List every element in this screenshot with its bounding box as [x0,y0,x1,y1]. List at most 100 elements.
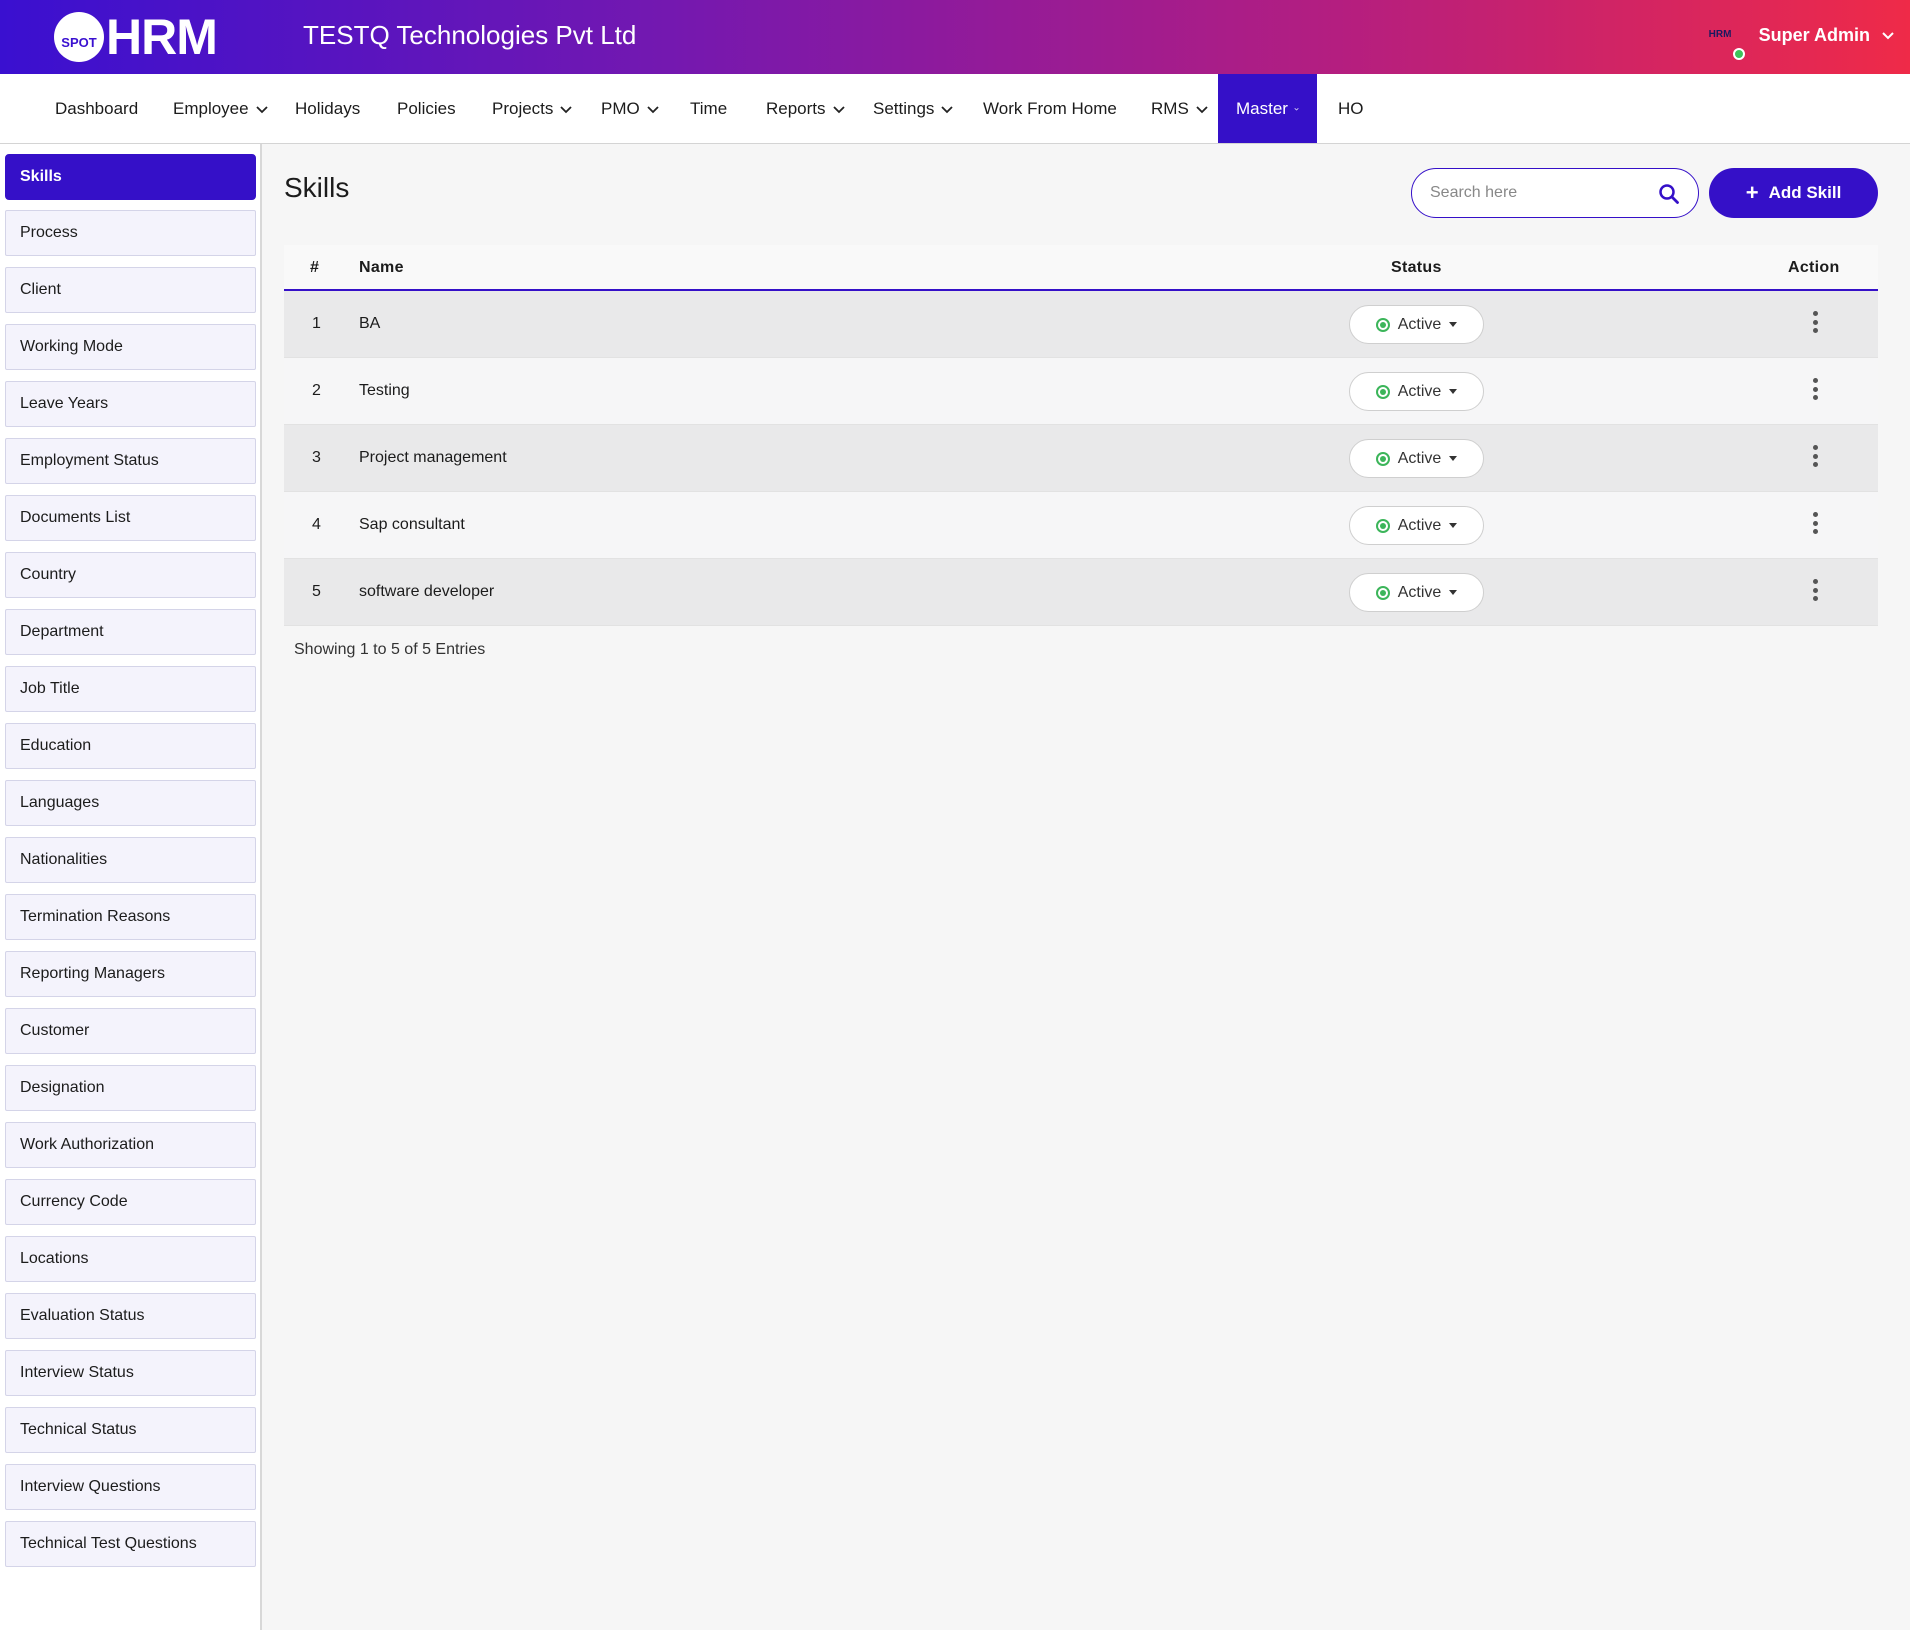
sidebar-item-job-title[interactable]: Job Title [5,666,256,712]
status-label: Active [1397,583,1442,601]
sidebar-item-employment-status[interactable]: Employment Status [5,438,256,484]
nav-master[interactable]: Master [1218,74,1317,143]
sidebar-item-locations[interactable]: Locations [5,1236,256,1282]
status-label: Active [1397,315,1442,333]
sidebar-item-education[interactable]: Education [5,723,256,769]
sidebar-item-working-mode[interactable]: Working Mode [5,324,256,370]
skill-name: Testing [359,382,410,399]
status-label: Active [1397,382,1442,400]
status-label: Active [1397,449,1442,467]
status-dropdown[interactable]: Active [1349,305,1484,344]
avatar-text: HRM [1708,29,1732,40]
more-options-icon[interactable] [1809,443,1821,469]
column-header-index: # [310,259,320,276]
plus-icon: + [1745,180,1759,205]
more-options-icon[interactable] [1809,510,1821,536]
more-options-icon[interactable] [1809,577,1821,603]
sidebar-item-reporting-managers[interactable]: Reporting Managers [5,951,256,997]
chevron-down-icon [1196,105,1208,113]
sidebar-item-technical-test-questions[interactable]: Technical Test Questions [5,1521,256,1567]
nav-projects[interactable]: Projects [492,74,573,143]
sidebar-item-evaluation-status[interactable]: Evaluation Status [5,1293,256,1339]
sidebar-item-skills[interactable]: Skills [5,154,256,200]
sidebar-item-process[interactable]: Process [5,210,256,256]
nav-pmo[interactable]: PMO [601,74,660,143]
sidebar-item-nationalities[interactable]: Nationalities [5,837,256,883]
search-icon[interactable] [1658,183,1680,205]
sidebar-item-documents-list[interactable]: Documents List [5,495,256,541]
table-row: 1 BA Active [284,291,1878,358]
status-dropdown[interactable]: Active [1349,439,1484,478]
sidebar-item-customer[interactable]: Customer [5,1008,256,1054]
row-index: 4 [312,516,321,533]
sidebar-item-technical-status[interactable]: Technical Status [5,1407,256,1453]
search-input[interactable] [1430,181,1650,205]
column-header-status: Status [1391,259,1442,276]
row-index: 5 [312,583,321,600]
nav-work-from-home[interactable]: Work From Home [983,74,1117,143]
nav-rms[interactable]: RMS [1151,74,1209,143]
nav-label: Dashboard [55,98,139,118]
page-title: Skills [284,172,350,203]
nav-label: Projects [492,98,554,118]
status-dropdown[interactable]: Active [1349,506,1484,545]
sidebar-item-termination-reasons[interactable]: Termination Reasons [5,894,256,940]
pagination-info: Showing 1 to 5 of 5 Entries [294,641,486,658]
sidebar: Skills Process Client Working Mode Leave… [0,144,262,1630]
main-nav: Dashboard Employee Holidays Policies Pro… [0,74,1910,144]
table-row: 4 Sap consultant Active [284,492,1878,559]
chevron-down-icon [941,105,954,113]
table-row: 3 Project management Active [284,425,1878,492]
column-header-action: Action [1788,259,1840,276]
more-options-icon[interactable] [1809,376,1821,402]
skill-name: software developer [359,583,495,600]
chevron-down-icon [560,105,573,113]
sidebar-item-work-authorization[interactable]: Work Authorization [5,1122,256,1168]
caret-down-icon [1449,590,1458,595]
more-options-icon[interactable] [1809,309,1821,335]
status-label: Active [1397,516,1442,534]
caret-down-icon [1449,456,1458,461]
nav-time[interactable]: Time [690,74,727,143]
caret-down-icon [1449,523,1458,528]
sidebar-item-country[interactable]: Country [5,552,256,598]
nav-settings[interactable]: Settings [873,74,954,143]
sidebar-item-client[interactable]: Client [5,267,256,313]
nav-policies[interactable]: Policies [397,74,456,143]
nav-reports[interactable]: Reports [766,74,846,143]
status-dropdown[interactable]: Active [1349,573,1484,612]
table-header: # Name Status Action [284,245,1878,291]
nav-label: Reports [766,98,826,118]
chevron-down-icon [832,105,845,113]
sidebar-item-currency-code[interactable]: Currency Code [5,1179,256,1225]
app-logo[interactable]: SPOT HRM [54,12,218,62]
nav-employee[interactable]: Employee [173,74,269,143]
top-header: SPOT HRM TESTQ Technologies Pvt Ltd HRM … [0,0,1910,74]
table-row: 5 software developer Active [284,559,1878,626]
nav-label: Settings [873,98,935,118]
online-status-dot [1732,48,1745,60]
nav-label: Holidays [295,98,361,118]
sidebar-item-languages[interactable]: Languages [5,780,256,826]
sidebar-item-designation[interactable]: Designation [5,1065,256,1111]
active-status-icon [1375,384,1390,399]
add-skill-label: Add Skill [1768,183,1842,202]
active-status-icon [1375,317,1390,332]
add-skill-button[interactable]: + Add Skill [1709,168,1878,218]
nav-dashboard[interactable]: Dashboard [55,74,138,143]
nav-label: Time [690,98,728,118]
nav-holidays[interactable]: Holidays [295,74,360,143]
user-name: Super Admin [1758,24,1870,45]
skill-name: Project management [359,449,507,466]
skill-name: BA [359,315,381,332]
skills-table: # Name Status Action 1 BA Active 2 Testi… [284,245,1878,626]
active-status-icon [1375,518,1390,533]
sidebar-item-interview-questions[interactable]: Interview Questions [5,1464,256,1510]
sidebar-item-leave-years[interactable]: Leave Years [5,381,256,427]
nav-ho[interactable]: HO [1338,74,1364,143]
row-index: 3 [312,449,321,466]
status-dropdown[interactable]: Active [1349,372,1484,411]
sidebar-item-department[interactable]: Department [5,609,256,655]
sidebar-item-interview-status[interactable]: Interview Status [5,1350,256,1396]
user-menu[interactable]: HRM Super Admin [1708,24,1896,60]
